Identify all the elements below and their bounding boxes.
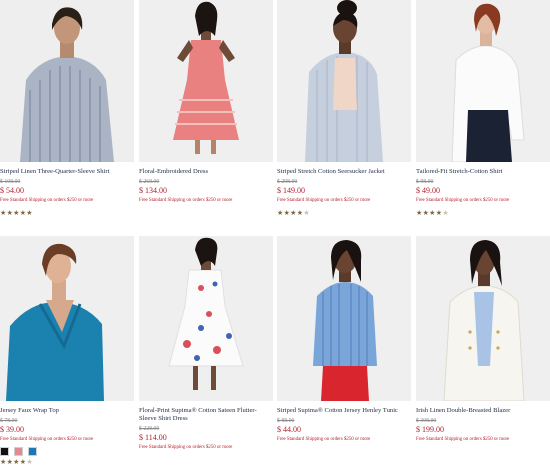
star-rating: ★★★★★ (0, 209, 134, 217)
product-title[interactable]: Striped Supima® Cotton Jersey Henley Tun… (277, 407, 411, 415)
model-photo-floral-dress (139, 0, 273, 162)
product-image[interactable] (416, 236, 550, 401)
product-title[interactable]: Floral-Print Supima® Cotton Sateen Flutt… (139, 407, 273, 423)
product-image[interactable] (277, 0, 411, 162)
stars-empty: ★ (26, 458, 33, 466)
shipping-note: Free Standard Shipping on orders $250 or… (277, 198, 371, 203)
model-photo-floral-shirt-dress (139, 236, 273, 401)
product-image[interactable] (416, 0, 550, 162)
star-rating: ★★★★★ (0, 458, 134, 466)
sale-price: $ 134.00 (139, 186, 167, 195)
original-price: $ 268.00 (139, 179, 160, 185)
swatch-black[interactable] (0, 447, 9, 456)
original-price: $ 298.00 (277, 179, 298, 185)
product-image[interactable] (139, 0, 273, 162)
product-title[interactable]: Striped Linen Three-Quarter-Sleeve Shirt (0, 168, 134, 176)
original-price: $ 88.00 (277, 418, 295, 424)
product-image[interactable] (0, 236, 134, 401)
sale-price: $ 149.00 (277, 186, 305, 195)
shipping-note: Free Standard Shipping on orders $250 or… (277, 437, 371, 442)
product-card[interactable]: Striped Linen Three-Quarter-Sleeve Shirt… (0, 0, 134, 217)
star-rating: ★★★★★ (277, 209, 411, 217)
product-image[interactable] (139, 236, 273, 401)
product-card[interactable]: Tailored-Fit Stretch-Cotton Shirt $ 98.0… (416, 0, 550, 217)
sale-price: $ 39.00 (0, 425, 24, 434)
product-title[interactable]: Jersey Faux Wrap Top (0, 407, 134, 415)
stars-filled: ★★★★★ (0, 209, 33, 217)
shipping-note: Free Standard Shipping on orders $250 or… (139, 445, 233, 450)
product-card[interactable]: Striped Stretch Cotton Seersucker Jacket… (277, 0, 411, 217)
model-photo-henley-tunic (277, 236, 411, 401)
product-card[interactable]: Striped Supima® Cotton Jersey Henley Tun… (277, 236, 411, 443)
product-title[interactable]: Striped Stretch Cotton Seersucker Jacket (277, 168, 411, 176)
original-price: $ 398.00 (416, 418, 437, 424)
shipping-note: Free Standard Shipping on orders $250 or… (0, 437, 94, 442)
sale-price: $ 199.00 (416, 425, 444, 434)
model-photo-white-shirt (416, 0, 550, 162)
color-swatches (0, 447, 134, 456)
product-grid: Striped Linen Three-Quarter-Sleeve Shirt… (0, 0, 550, 475)
product-title[interactable]: Floral-Embroidered Dress (139, 168, 273, 176)
sale-price: $ 44.00 (277, 425, 301, 434)
product-card[interactable]: Floral-Print Supima® Cotton Sateen Flutt… (139, 236, 273, 451)
model-photo-seersucker-jacket (277, 0, 411, 162)
original-price: $ 228.00 (139, 426, 160, 432)
product-card[interactable]: Jersey Faux Wrap Top $ 78.00 $ 39.00 Fre… (0, 236, 134, 466)
shipping-note: Free Standard Shipping on orders $250 or… (0, 198, 94, 203)
stars-filled: ★★★★ (416, 209, 443, 217)
original-price: $ 78.00 (0, 418, 18, 424)
product-card[interactable]: Irish Linen Double-Breasted Blazer $ 398… (416, 236, 550, 443)
swatch-pink[interactable] (14, 447, 23, 456)
product-card[interactable]: Floral-Embroidered Dress $ 268.00 $ 134.… (139, 0, 273, 204)
stars-empty: ★ (442, 209, 449, 217)
shipping-note: Free Standard Shipping on orders $250 or… (416, 437, 510, 442)
model-photo-wrap-top (0, 236, 134, 401)
shipping-note: Free Standard Shipping on orders $250 or… (139, 198, 233, 203)
original-price: $ 108.00 (0, 179, 21, 185)
stars-filled: ★★★★ (277, 209, 304, 217)
product-title[interactable]: Irish Linen Double-Breasted Blazer (416, 407, 550, 415)
product-title[interactable]: Tailored-Fit Stretch-Cotton Shirt (416, 168, 550, 176)
model-photo-striped-shirt (0, 0, 134, 162)
original-price: $ 98.00 (416, 179, 434, 185)
star-rating: ★★★★★ (416, 209, 550, 217)
sale-price: $ 54.00 (0, 186, 24, 195)
product-image[interactable] (0, 0, 134, 162)
sale-price: $ 114.00 (139, 433, 167, 442)
shipping-note: Free Standard Shipping on orders $250 or… (416, 198, 510, 203)
product-image[interactable] (277, 236, 411, 401)
stars-filled: ★★★★ (0, 458, 27, 466)
stars-empty: ★ (303, 209, 310, 217)
swatch-blue[interactable] (28, 447, 37, 456)
sale-price: $ 49.00 (416, 186, 440, 195)
model-photo-linen-blazer (416, 236, 550, 401)
